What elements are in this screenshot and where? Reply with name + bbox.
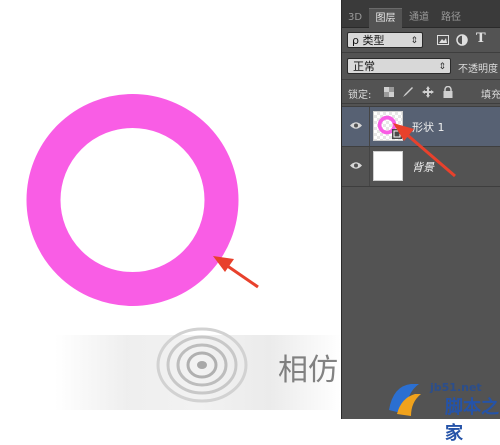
arrow-to-shape-layer xyxy=(393,123,456,178)
arrow-to-ring xyxy=(213,256,259,289)
logo-name-text: 脚本之家 xyxy=(445,397,499,444)
logo-icon xyxy=(389,384,421,416)
annotation-arrows xyxy=(213,123,456,289)
